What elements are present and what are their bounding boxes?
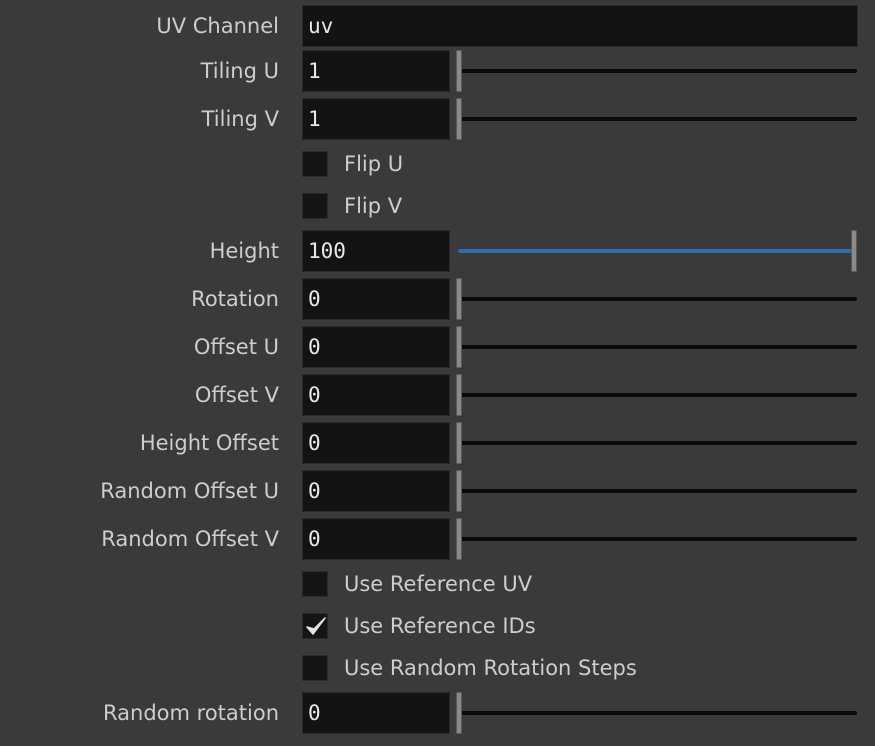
use-reference-uv-checkbox[interactable] xyxy=(302,571,328,597)
random-offset-v-slider[interactable] xyxy=(458,537,857,541)
flip-u-row: Flip U xyxy=(0,143,875,185)
tiling-u-input[interactable] xyxy=(302,50,450,92)
offset-v-row: Offset V xyxy=(0,373,875,417)
use-reference-ids-row: Use Reference IDs xyxy=(0,605,875,647)
height-slider[interactable] xyxy=(458,249,857,253)
rotation-slider-thumb[interactable] xyxy=(456,278,462,320)
use-reference-uv-row: Use Reference UV xyxy=(0,563,875,605)
height-offset-slider[interactable] xyxy=(458,441,857,445)
height-offset-slider-thumb[interactable] xyxy=(456,422,462,464)
random-rotation-label: Random rotation xyxy=(103,701,279,725)
uv-channel-input[interactable] xyxy=(302,5,858,47)
use-random-rotation-steps-row: Use Random Rotation Steps xyxy=(0,647,875,689)
offset-u-row: Offset U xyxy=(0,325,875,369)
flip-v-label: Flip V xyxy=(344,194,403,218)
flip-u-label: Flip U xyxy=(344,152,404,176)
random-offset-u-label: Random Offset U xyxy=(100,479,279,503)
height-row: Height xyxy=(0,229,875,273)
uv-channel-row: UV Channel xyxy=(0,4,875,48)
random-offset-v-input[interactable] xyxy=(302,518,450,560)
offset-v-slider-thumb[interactable] xyxy=(456,374,462,416)
tiling-v-row: Tiling V xyxy=(0,97,875,141)
height-offset-label: Height Offset xyxy=(139,431,279,455)
offset-v-input[interactable] xyxy=(302,374,450,416)
use-reference-ids-checkbox[interactable] xyxy=(302,613,328,639)
random-rotation-row: Random rotation xyxy=(0,691,875,735)
use-reference-uv-label: Use Reference UV xyxy=(344,572,533,596)
random-offset-u-row: Random Offset U xyxy=(0,469,875,513)
flip-v-row: Flip V xyxy=(0,185,875,227)
height-input[interactable] xyxy=(302,230,450,272)
height-label: Height xyxy=(209,239,279,263)
use-random-rotation-steps-label: Use Random Rotation Steps xyxy=(344,656,637,680)
rotation-row: Rotation xyxy=(0,277,875,321)
tiling-v-slider[interactable] xyxy=(458,117,857,121)
use-reference-ids-label: Use Reference IDs xyxy=(344,614,536,638)
random-offset-u-slider-thumb[interactable] xyxy=(456,470,462,512)
rotation-slider[interactable] xyxy=(458,297,857,301)
tiling-u-slider[interactable] xyxy=(458,69,857,73)
tiling-u-label: Tiling U xyxy=(200,59,279,83)
random-offset-v-row: Random Offset V xyxy=(0,517,875,561)
rotation-label: Rotation xyxy=(191,287,279,311)
tiling-u-row: Tiling U xyxy=(0,49,875,93)
rotation-input[interactable] xyxy=(302,278,450,320)
offset-v-slider[interactable] xyxy=(458,393,857,397)
flip-v-checkbox[interactable] xyxy=(302,193,328,219)
checkmark-icon xyxy=(306,617,326,635)
height-slider-thumb[interactable] xyxy=(851,230,857,272)
height-offset-input[interactable] xyxy=(302,422,450,464)
use-random-rotation-steps-checkbox[interactable] xyxy=(302,655,328,681)
offset-u-slider-thumb[interactable] xyxy=(456,326,462,368)
random-offset-u-slider[interactable] xyxy=(458,489,857,493)
random-offset-v-slider-thumb[interactable] xyxy=(456,518,462,560)
offset-u-label: Offset U xyxy=(193,335,279,359)
tiling-v-input[interactable] xyxy=(302,98,450,140)
offset-u-input[interactable] xyxy=(302,326,450,368)
random-rotation-slider[interactable] xyxy=(458,711,857,715)
flip-u-checkbox[interactable] xyxy=(302,151,328,177)
tiling-v-slider-thumb[interactable] xyxy=(456,98,462,140)
uv-channel-label: UV Channel xyxy=(156,14,279,38)
random-rotation-slider-thumb[interactable] xyxy=(456,692,462,734)
offset-v-label: Offset V xyxy=(194,383,279,407)
random-rotation-input[interactable] xyxy=(302,692,450,734)
random-offset-v-label: Random Offset V xyxy=(101,527,279,551)
offset-u-slider[interactable] xyxy=(458,345,857,349)
tiling-v-label: Tiling V xyxy=(201,107,279,131)
height-offset-row: Height Offset xyxy=(0,421,875,465)
random-offset-u-input[interactable] xyxy=(302,470,450,512)
tiling-u-slider-thumb[interactable] xyxy=(456,50,462,92)
